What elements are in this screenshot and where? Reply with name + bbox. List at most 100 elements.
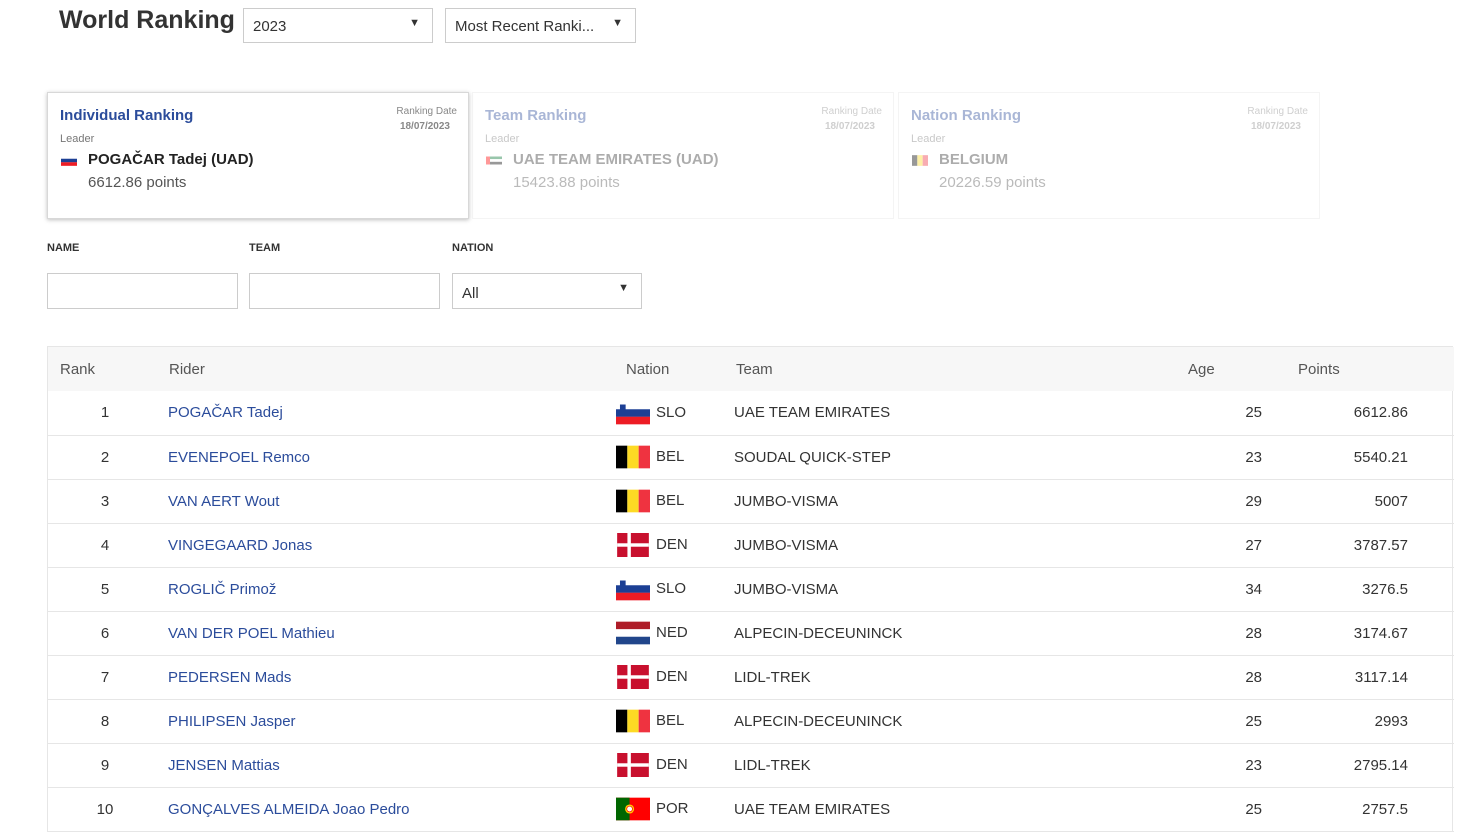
slovenia-flag-icon [616, 401, 650, 425]
table-header-row: Rank Rider Nation Team Age Points [48, 347, 1454, 391]
rider-cell: ROGLIČ Primož [158, 567, 616, 611]
nation-code: POR [656, 799, 689, 817]
team-cell: SOUDAL QUICK-STEP [734, 448, 891, 466]
age-cell: 25 [1245, 404, 1262, 422]
rank-cell: 6 [100, 624, 110, 642]
table-row: 9 JENSEN Mattias DEN LIDL-TREK 23 2795.14 [48, 743, 1454, 787]
rider-link[interactable]: ROGLIČ Primož [168, 581, 276, 598]
ranking-date: 18/07/2023 [399, 121, 450, 132]
points-cell: 5007 [1374, 492, 1408, 510]
card-nation-ranking[interactable]: Nation Ranking Ranking Date 18/07/2023 L… [898, 92, 1320, 219]
nation-code: NED [656, 623, 688, 641]
ranking-date: 18/07/2023 [824, 121, 875, 132]
column-header-rank[interactable]: Rank [48, 347, 158, 391]
rider-cell: GONÇALVES ALMEIDA Joao Pedro [158, 787, 616, 831]
year-select-value: 2023 [253, 18, 287, 35]
rider-link[interactable]: VINGEGAARD Jonas [168, 537, 312, 554]
nation-cell: BEL [616, 479, 726, 523]
team-cell: UAE TEAM EMIRATES [734, 800, 891, 818]
rider-cell: VAN AERT Wout [158, 479, 616, 523]
rank-cell: 8 [100, 712, 110, 730]
name-filter-label: NAME [47, 242, 80, 254]
rider-link[interactable]: EVENEPOEL Remco [168, 449, 310, 466]
rider-link[interactable]: VAN AERT Wout [168, 493, 279, 510]
chevron-down-icon: ▼ [618, 282, 629, 294]
nation-filter-label: NATION [452, 242, 494, 254]
age-cell: 27 [1245, 536, 1262, 554]
ranking-period-select[interactable]: Most Recent Ranki... ▼ [445, 8, 636, 43]
ranking-table: Rank Rider Nation Team Age Points 1 POGAČ… [47, 346, 1454, 832]
age-cell: 23 [1245, 448, 1262, 466]
card-team-ranking[interactable]: Team Ranking Ranking Date 18/07/2023 Lea… [472, 92, 894, 219]
table-row: 8 PHILIPSEN Jasper BEL ALPECIN-DECEUNINCK 25… [48, 699, 1454, 743]
column-header-age[interactable]: Age [1176, 347, 1286, 391]
age-cell: 25 [1245, 800, 1262, 818]
portugal-flag-icon [616, 797, 650, 821]
rank-cell: 5 [100, 580, 110, 598]
nation-code: SLO [656, 579, 687, 597]
nation-cell: BEL [616, 699, 726, 743]
leader-label: Leader [911, 133, 946, 145]
rider-cell: POGAČAR Tadej [158, 391, 616, 435]
team-filter-input[interactable] [249, 273, 440, 309]
points-cell: 3174.67 [1353, 624, 1408, 642]
points-cell: 3276.5 [1362, 580, 1408, 598]
team-cell: LIDL-TREK [734, 668, 811, 686]
rider-cell: VAN DER POEL Mathieu [158, 611, 616, 655]
year-select[interactable]: 2023 ▼ [243, 8, 433, 43]
rider-cell: JENSEN Mattias [158, 743, 616, 787]
nation-code: BEL [656, 447, 685, 465]
team-cell: JUMBO-VISMA [734, 492, 839, 510]
uae-flag-icon [486, 156, 502, 165]
card-individual-ranking[interactable]: Individual Ranking Ranking Date 18/07/20… [47, 92, 469, 219]
age-cell: 28 [1245, 668, 1262, 686]
rider-link[interactable]: GONÇALVES ALMEIDA Joao Pedro [168, 801, 410, 818]
nation-code: SLO [656, 403, 687, 421]
rank-cell: 3 [100, 492, 110, 510]
column-header-points[interactable]: Points [1286, 347, 1454, 391]
nation-code: BEL [656, 711, 685, 729]
nation-cell: NED [616, 611, 726, 655]
nation-filter-select[interactable]: All ▼ [452, 273, 642, 309]
rider-cell: PHILIPSEN Jasper [158, 699, 616, 743]
rank-cell: 7 [100, 668, 110, 686]
leader-points: 6612.86 points [88, 174, 187, 191]
belgium-flag-icon [616, 445, 650, 469]
table-row: 6 VAN DER POEL Mathieu NED ALPECIN-DECEUNIN… [48, 611, 1454, 655]
page-title: World Ranking [59, 6, 235, 34]
table-row: 4 VINGEGAARD Jonas DEN JUMBO-VISMA 27 3787.57 [48, 523, 1454, 567]
table-row: 1 POGAČAR Tadej SLO UAE TEAM EMIRATES 25 6612… [48, 391, 1454, 435]
rider-link[interactable]: PHILIPSEN Jasper [168, 713, 296, 730]
team-cell: LIDL-TREK [734, 756, 811, 774]
ranking-date-label: Ranking Date [1247, 106, 1308, 117]
column-header-nation[interactable]: Nation [616, 347, 726, 391]
name-filter-input[interactable] [47, 273, 238, 309]
leader-label: Leader [60, 133, 95, 145]
age-cell: 25 [1245, 712, 1262, 730]
nation-cell: DEN [616, 523, 726, 567]
leader-name: POGAČAR Tadej (UAD) [88, 151, 254, 168]
nation-code: DEN [656, 535, 688, 553]
nation-select-value: All [462, 285, 479, 302]
points-cell: 3117.14 [1354, 668, 1408, 686]
page-header: World Ranking 2023 ▼ Most Recent Ranki..… [0, 0, 1459, 60]
denmark-flag-icon [616, 665, 650, 689]
rider-cell: EVENEPOEL Remco [158, 435, 616, 479]
rider-link[interactable]: POGAČAR Tadej [168, 404, 283, 421]
rider-link[interactable]: PEDERSEN Mads [168, 669, 291, 686]
column-header-team[interactable]: Team [726, 347, 1176, 391]
leader-label: Leader [485, 133, 520, 145]
nation-code: DEN [656, 755, 688, 773]
points-cell: 2993 [1374, 712, 1408, 730]
rider-link[interactable]: JENSEN Mattias [168, 757, 280, 774]
team-cell: UAE TEAM EMIRATES [734, 404, 891, 422]
rider-link[interactable]: VAN DER POEL Mathieu [168, 625, 335, 642]
points-cell: 3787.57 [1353, 536, 1408, 554]
team-cell: ALPECIN-DECEUNINCK [734, 712, 903, 730]
period-select-value: Most Recent Ranki... [455, 18, 595, 35]
table-row: 3 VAN AERT Wout BEL JUMBO-VISMA 29 5007 [48, 479, 1454, 523]
nation-cell: SLO [616, 391, 726, 435]
column-header-rider[interactable]: Rider [158, 347, 616, 391]
nation-cell: SLO [616, 567, 726, 611]
chevron-down-icon: ▼ [612, 17, 623, 29]
